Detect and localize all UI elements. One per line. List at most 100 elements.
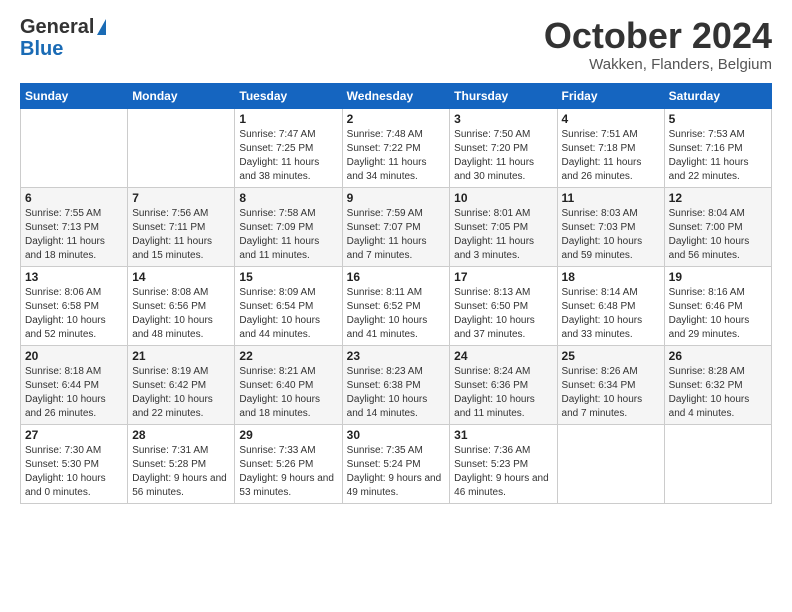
calendar-week-row: 27 Sunrise: 7:30 AM Sunset: 5:30 PM Dayli… bbox=[21, 424, 772, 503]
day-number: 2 bbox=[347, 112, 446, 126]
weekday-header: Saturday bbox=[664, 83, 771, 108]
day-number: 22 bbox=[239, 349, 337, 363]
calendar-cell: 18 Sunrise: 8:14 AM Sunset: 6:48 PM Dayli… bbox=[557, 266, 664, 345]
calendar-week-row: 1Sunrise: 7:47 AM Sunset: 7:25 PM Daylig… bbox=[21, 108, 772, 187]
calendar-cell: 4Sunrise: 7:51 AM Sunset: 7:18 PM Daylig… bbox=[557, 108, 664, 187]
logo: General Blue bbox=[20, 16, 106, 60]
day-info: Sunrise: 7:53 AM Sunset: 7:16 PM Dayligh… bbox=[669, 128, 767, 184]
day-info: Sunrise: 8:21 AM Sunset: 6:40 PM Dayligh… bbox=[239, 365, 337, 421]
calendar-cell bbox=[557, 424, 664, 503]
day-number: 18 bbox=[562, 270, 660, 284]
calendar-cell: 30 Sunrise: 7:35 AM Sunset: 5:24 PM Dayli… bbox=[342, 424, 450, 503]
day-info: Sunrise: 8:28 AM Sunset: 6:32 PM Dayligh… bbox=[669, 365, 767, 421]
calendar-cell bbox=[21, 108, 128, 187]
calendar-cell: 8Sunrise: 7:58 AM Sunset: 7:09 PM Daylig… bbox=[235, 187, 342, 266]
day-info: Sunrise: 7:33 AM Sunset: 5:26 PM Dayligh… bbox=[239, 444, 337, 500]
day-info: Sunrise: 7:55 AM Sunset: 7:13 PM Dayligh… bbox=[25, 207, 123, 263]
day-info: Sunrise: 7:30 AM Sunset: 5:30 PM Dayligh… bbox=[25, 444, 123, 500]
day-info: Sunrise: 7:59 AM Sunset: 7:07 PM Dayligh… bbox=[347, 207, 446, 263]
day-number: 19 bbox=[669, 270, 767, 284]
day-number: 13 bbox=[25, 270, 123, 284]
day-info: Sunrise: 7:56 AM Sunset: 7:11 PM Dayligh… bbox=[132, 207, 230, 263]
day-number: 14 bbox=[132, 270, 230, 284]
calendar-cell: 23 Sunrise: 8:23 AM Sunset: 6:38 PM Dayli… bbox=[342, 345, 450, 424]
calendar-cell: 12 Sunrise: 8:04 AM Sunset: 7:00 PM Dayli… bbox=[664, 187, 771, 266]
day-info: Sunrise: 8:06 AM Sunset: 6:58 PM Dayligh… bbox=[25, 286, 123, 342]
calendar-cell: 21Sunrise: 8:19 AM Sunset: 6:42 PM Dayli… bbox=[128, 345, 235, 424]
weekday-header: Monday bbox=[128, 83, 235, 108]
calendar-header-row: SundayMondayTuesdayWednesdayThursdayFrid… bbox=[21, 83, 772, 108]
calendar-table: SundayMondayTuesdayWednesdayThursdayFrid… bbox=[20, 83, 772, 504]
calendar-week-row: 13 Sunrise: 8:06 AM Sunset: 6:58 PM Dayli… bbox=[21, 266, 772, 345]
calendar-cell: 14 Sunrise: 8:08 AM Sunset: 6:56 PM Dayli… bbox=[128, 266, 235, 345]
calendar-cell bbox=[664, 424, 771, 503]
calendar-cell: 15Sunrise: 8:09 AM Sunset: 6:54 PM Dayli… bbox=[235, 266, 342, 345]
day-info: Sunrise: 8:09 AM Sunset: 6:54 PM Dayligh… bbox=[239, 286, 337, 342]
calendar-cell: 10Sunrise: 8:01 AM Sunset: 7:05 PM Dayli… bbox=[450, 187, 557, 266]
calendar-cell: 6 Sunrise: 7:55 AM Sunset: 7:13 PM Daylig… bbox=[21, 187, 128, 266]
day-number: 20 bbox=[25, 349, 123, 363]
header: General Blue October 2024 Wakken, Flande… bbox=[20, 16, 772, 73]
day-info: Sunrise: 8:19 AM Sunset: 6:42 PM Dayligh… bbox=[132, 365, 230, 421]
day-number: 3 bbox=[454, 112, 552, 126]
day-number: 27 bbox=[25, 428, 123, 442]
day-info: Sunrise: 7:35 AM Sunset: 5:24 PM Dayligh… bbox=[347, 444, 446, 500]
day-info: Sunrise: 8:23 AM Sunset: 6:38 PM Dayligh… bbox=[347, 365, 446, 421]
calendar-cell: 9 Sunrise: 7:59 AM Sunset: 7:07 PM Daylig… bbox=[342, 187, 450, 266]
day-info: Sunrise: 7:50 AM Sunset: 7:20 PM Dayligh… bbox=[454, 128, 552, 184]
day-info: Sunrise: 7:58 AM Sunset: 7:09 PM Dayligh… bbox=[239, 207, 337, 263]
weekday-header: Tuesday bbox=[235, 83, 342, 108]
calendar-cell: 20 Sunrise: 8:18 AM Sunset: 6:44 PM Dayli… bbox=[21, 345, 128, 424]
day-info: Sunrise: 7:51 AM Sunset: 7:18 PM Dayligh… bbox=[562, 128, 660, 184]
day-number: 12 bbox=[669, 191, 767, 205]
day-number: 10 bbox=[454, 191, 552, 205]
calendar-cell: 26 Sunrise: 8:28 AM Sunset: 6:32 PM Dayli… bbox=[664, 345, 771, 424]
logo-general: General bbox=[20, 16, 94, 38]
calendar-cell: 11Sunrise: 8:03 AM Sunset: 7:03 PM Dayli… bbox=[557, 187, 664, 266]
calendar-cell: 31Sunrise: 7:36 AM Sunset: 5:23 PM Dayli… bbox=[450, 424, 557, 503]
calendar-cell: 22 Sunrise: 8:21 AM Sunset: 6:40 PM Dayli… bbox=[235, 345, 342, 424]
day-info: Sunrise: 7:48 AM Sunset: 7:22 PM Dayligh… bbox=[347, 128, 446, 184]
calendar-cell: 16 Sunrise: 8:11 AM Sunset: 6:52 PM Dayli… bbox=[342, 266, 450, 345]
day-number: 6 bbox=[25, 191, 123, 205]
day-number: 23 bbox=[347, 349, 446, 363]
calendar-cell: 24Sunrise: 8:24 AM Sunset: 6:36 PM Dayli… bbox=[450, 345, 557, 424]
day-number: 26 bbox=[669, 349, 767, 363]
day-number: 29 bbox=[239, 428, 337, 442]
weekday-header: Thursday bbox=[450, 83, 557, 108]
day-number: 1 bbox=[239, 112, 337, 126]
day-info: Sunrise: 8:16 AM Sunset: 6:46 PM Dayligh… bbox=[669, 286, 767, 342]
day-number: 28 bbox=[132, 428, 230, 442]
day-number: 7 bbox=[132, 191, 230, 205]
day-number: 30 bbox=[347, 428, 446, 442]
day-info: Sunrise: 8:08 AM Sunset: 6:56 PM Dayligh… bbox=[132, 286, 230, 342]
day-info: Sunrise: 8:11 AM Sunset: 6:52 PM Dayligh… bbox=[347, 286, 446, 342]
day-info: Sunrise: 8:18 AM Sunset: 6:44 PM Dayligh… bbox=[25, 365, 123, 421]
day-number: 11 bbox=[562, 191, 660, 205]
day-number: 16 bbox=[347, 270, 446, 284]
calendar-cell: 28Sunrise: 7:31 AM Sunset: 5:28 PM Dayli… bbox=[128, 424, 235, 503]
calendar-cell: 25Sunrise: 8:26 AM Sunset: 6:34 PM Dayli… bbox=[557, 345, 664, 424]
weekday-header: Friday bbox=[557, 83, 664, 108]
calendar-cell: 29 Sunrise: 7:33 AM Sunset: 5:26 PM Dayli… bbox=[235, 424, 342, 503]
day-info: Sunrise: 8:04 AM Sunset: 7:00 PM Dayligh… bbox=[669, 207, 767, 263]
logo-blue: Blue bbox=[20, 38, 63, 60]
calendar-cell: 17 Sunrise: 8:13 AM Sunset: 6:50 PM Dayli… bbox=[450, 266, 557, 345]
calendar-cell bbox=[128, 108, 235, 187]
day-number: 31 bbox=[454, 428, 552, 442]
calendar-cell: 1Sunrise: 7:47 AM Sunset: 7:25 PM Daylig… bbox=[235, 108, 342, 187]
day-info: Sunrise: 8:13 AM Sunset: 6:50 PM Dayligh… bbox=[454, 286, 552, 342]
calendar-week-row: 20 Sunrise: 8:18 AM Sunset: 6:44 PM Dayli… bbox=[21, 345, 772, 424]
day-number: 17 bbox=[454, 270, 552, 284]
calendar-cell: 27 Sunrise: 7:30 AM Sunset: 5:30 PM Dayli… bbox=[21, 424, 128, 503]
title-block: October 2024 Wakken, Flanders, Belgium bbox=[544, 16, 772, 73]
calendar-week-row: 6 Sunrise: 7:55 AM Sunset: 7:13 PM Daylig… bbox=[21, 187, 772, 266]
day-number: 5 bbox=[669, 112, 767, 126]
page: General Blue October 2024 Wakken, Flande… bbox=[0, 0, 792, 612]
calendar-cell: 2 Sunrise: 7:48 AM Sunset: 7:22 PM Daylig… bbox=[342, 108, 450, 187]
calendar-cell: 5 Sunrise: 7:53 AM Sunset: 7:16 PM Daylig… bbox=[664, 108, 771, 187]
weekday-header: Wednesday bbox=[342, 83, 450, 108]
day-number: 9 bbox=[347, 191, 446, 205]
calendar-cell: 13 Sunrise: 8:06 AM Sunset: 6:58 PM Dayli… bbox=[21, 266, 128, 345]
day-info: Sunrise: 8:14 AM Sunset: 6:48 PM Dayligh… bbox=[562, 286, 660, 342]
